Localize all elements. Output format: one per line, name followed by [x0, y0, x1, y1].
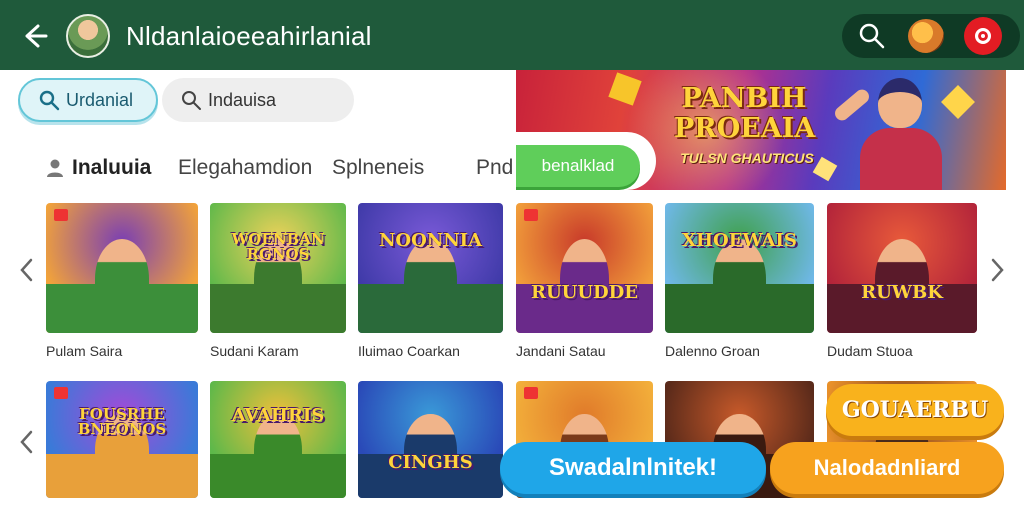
badge-icon — [54, 209, 68, 221]
badge-icon — [524, 209, 538, 221]
game-logo-text: WOENBAN RGNOS — [231, 229, 325, 264]
banner-cta-button[interactable]: benalklad — [516, 145, 640, 187]
primary-cta-button[interactable]: Swadalnlnitek! — [500, 442, 766, 494]
game-title: Dudam Stuoa — [827, 343, 913, 359]
game-thumbnail: NOONNIA — [358, 203, 503, 333]
game-thumbnail: RUWBK — [827, 203, 977, 333]
banner-title: PANBIH PROEAIA — [674, 83, 816, 144]
chip-label: Indauisa — [208, 89, 277, 110]
badge-icon — [524, 387, 538, 399]
tab-inaluuia[interactable]: Inaluuia — [44, 156, 151, 180]
search-icon — [39, 90, 60, 111]
search-chip[interactable]: Indauisa — [162, 78, 354, 122]
mascot-avatar[interactable] — [908, 19, 944, 53]
game-logo-text: FOUSRHE BNEONOS — [77, 404, 167, 439]
game-logo-text: RUWBK — [861, 281, 943, 303]
game-logo-text: RUUUDDE — [531, 281, 638, 303]
game-thumbnail: WOENBAN RGNOS — [210, 203, 346, 333]
tab-label: Inaluuia — [72, 156, 152, 179]
bonus-button[interactable]: GOUAERBU — [826, 384, 1004, 436]
chevron-left-icon[interactable] — [16, 256, 38, 284]
game-title: Iluimao Coarkan — [358, 343, 460, 359]
chip-label: Urdanial — [66, 89, 134, 110]
user-avatar[interactable] — [66, 14, 110, 58]
banner-hero-illustration — [832, 72, 948, 190]
game-logo-text: CINGHS — [388, 451, 473, 473]
chevron-right-icon[interactable] — [986, 256, 1008, 284]
game-thumbnail: CINGHS — [358, 381, 503, 498]
user-icon — [47, 159, 63, 177]
app-title: Nldanlaioeeahirlanial — [126, 21, 372, 51]
game-title: Dalenno Groan — [665, 343, 760, 359]
tab-elegahamdion[interactable]: Elegahamdion — [178, 156, 312, 180]
tab-splneneis[interactable]: Splneneis — [332, 156, 424, 180]
back-arrow-icon[interactable] — [18, 20, 50, 52]
top-app-bar: Nldanlaioeeahirlanial — [0, 0, 1024, 70]
game-thumbnail: AVAHRIS — [210, 381, 346, 498]
game-thumbnail: RUUUDDE — [516, 203, 653, 333]
notification-button[interactable] — [964, 17, 1002, 55]
game-title: Pulam Saira — [46, 343, 123, 359]
badge-icon — [54, 387, 68, 399]
game-thumbnail — [46, 203, 198, 333]
chevron-left-icon[interactable] — [16, 428, 38, 456]
game-logo-text: XHOEWAIS — [682, 229, 797, 251]
game-title: Jandani Satau — [516, 343, 606, 359]
search-icon — [182, 91, 201, 110]
tab-pnd[interactable]: Pnd — [476, 156, 513, 180]
header-actions — [842, 14, 1020, 58]
game-thumbnail: XHOEWAIS — [665, 203, 814, 333]
search-chip-active[interactable]: Urdanial — [18, 78, 158, 122]
game-thumbnail: FOUSRHE BNEONOS — [46, 381, 198, 498]
game-logo-text: NOONNIA — [378, 229, 483, 251]
game-logo-text: AVAHRIS — [231, 404, 325, 426]
banner-subtitle: TULSN GHAUTICUS — [680, 150, 814, 166]
search-icon[interactable] — [858, 22, 886, 50]
notification-icon — [975, 28, 991, 44]
game-title: Sudani Karam — [210, 343, 299, 359]
secondary-cta-button[interactable]: Nalodadnliard — [770, 442, 1004, 494]
